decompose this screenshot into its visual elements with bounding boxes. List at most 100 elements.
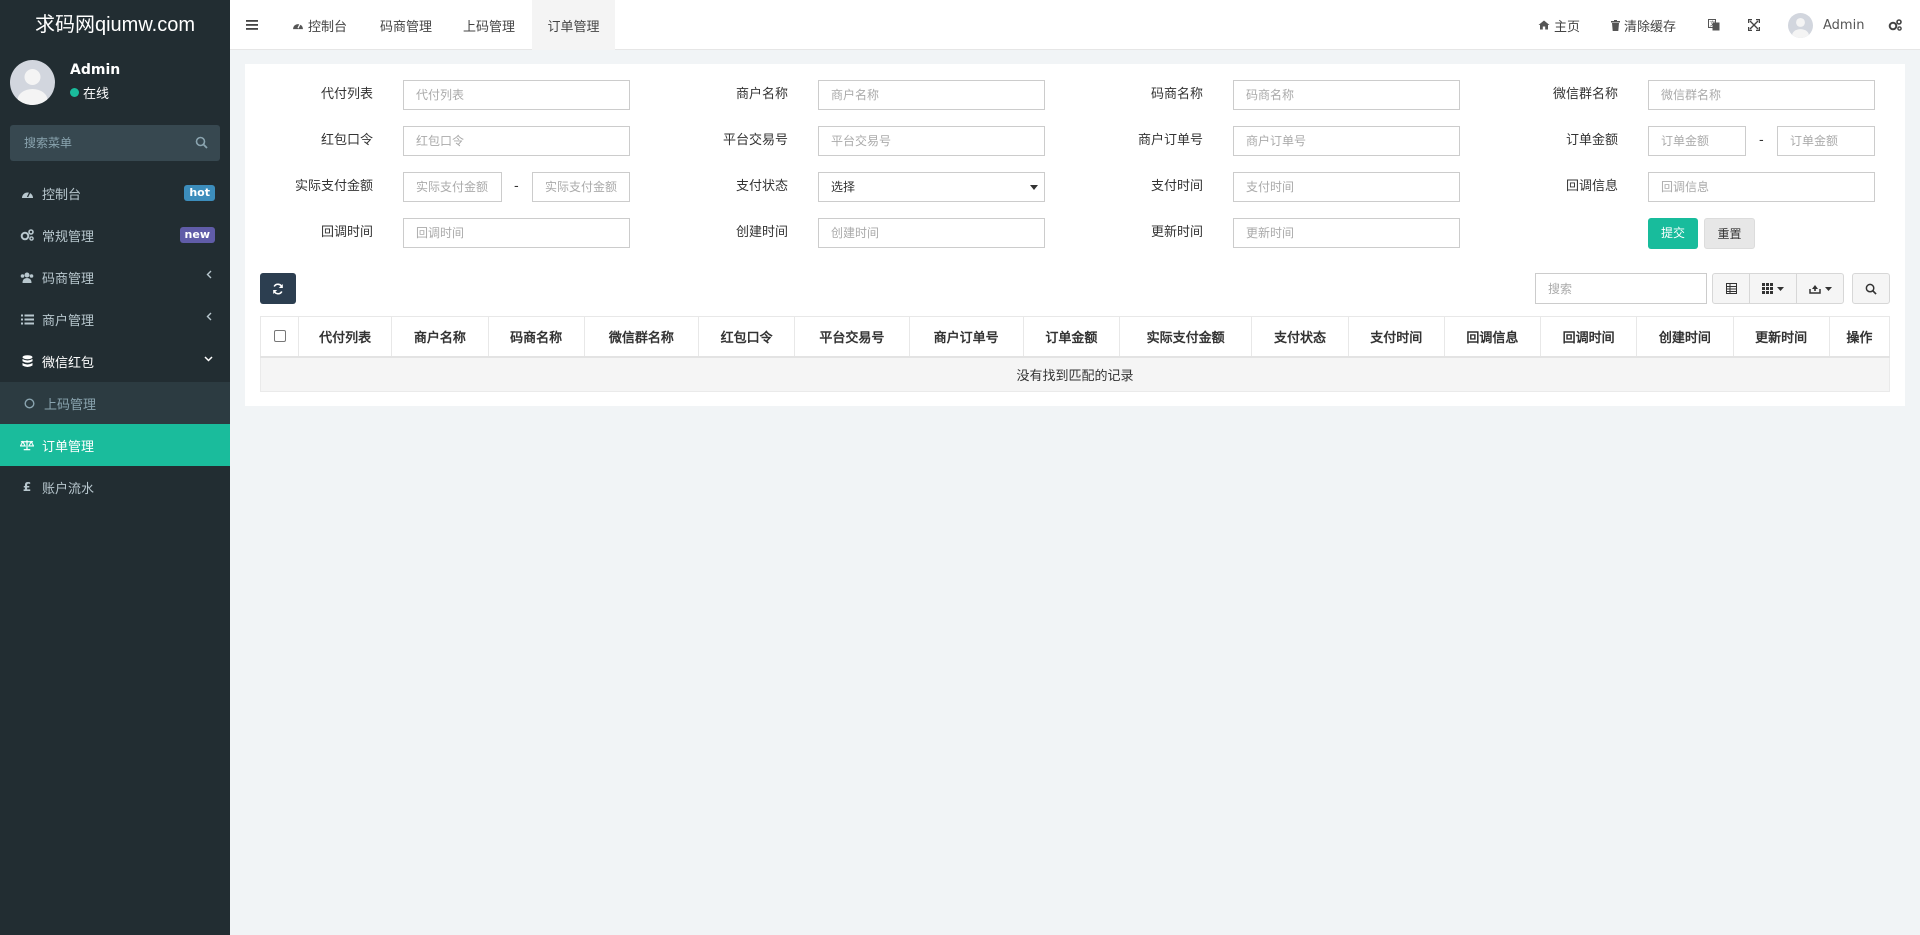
user-status: 在线 xyxy=(70,83,109,102)
tab-merchants-code[interactable]: 码商管理 xyxy=(380,0,432,50)
filter-label-callback-info: 回调信息 xyxy=(1565,179,1618,194)
range-dash: - xyxy=(514,179,519,194)
range-dash: - xyxy=(1759,133,1764,148)
merchant-name-input[interactable] xyxy=(818,80,1045,110)
clear-cache-button[interactable]: 清除缓存 xyxy=(1611,0,1676,50)
sidebar-item-dashboard[interactable]: 控制台 hot xyxy=(0,172,230,214)
sidebar-item-wechat-redpacket[interactable]: 微信红包 xyxy=(0,340,230,382)
avatar xyxy=(1788,12,1813,38)
order-amount-max-input[interactable] xyxy=(1777,126,1875,156)
list-icon xyxy=(20,312,34,326)
column-header[interactable]: 平台交易号 xyxy=(794,316,910,358)
filter-label-wechat-group: 微信群名称 xyxy=(1552,87,1618,102)
sidebar-item-label: 账户流水 xyxy=(42,481,95,497)
reset-button[interactable]: 重置 xyxy=(1704,218,1755,249)
create-time-input[interactable] xyxy=(818,218,1045,248)
redpacket-code-input[interactable] xyxy=(403,126,630,156)
sidebar-item-label: 常规管理 xyxy=(42,229,95,245)
column-header[interactable]: 支付状态 xyxy=(1251,316,1349,358)
tab-upload-code[interactable]: 上码管理 xyxy=(463,0,515,50)
actual-pay-min-input[interactable] xyxy=(403,172,502,202)
tab-orders[interactable]: 订单管理 xyxy=(532,0,615,50)
cogs-icon xyxy=(20,228,34,242)
sidebar-item-upload-code[interactable]: 上码管理 xyxy=(0,382,230,424)
platform-trade-no-input[interactable] xyxy=(818,126,1045,156)
cogs-icon xyxy=(1888,19,1902,31)
column-header[interactable]: 订单金额 xyxy=(1022,316,1121,358)
dashboard-icon xyxy=(20,186,34,200)
column-header[interactable]: 商户名称 xyxy=(391,316,489,358)
payout-list-input[interactable] xyxy=(403,80,630,110)
translate-icon: 文 xyxy=(1708,19,1720,31)
merchant-order-no-input[interactable] xyxy=(1233,126,1460,156)
tab-dashboard[interactable]: 控制台 xyxy=(292,0,347,50)
table-search-input[interactable] xyxy=(1535,273,1707,304)
app-logo[interactable]: 求码网qiumw.com xyxy=(0,0,230,50)
sidebar-item-merchants[interactable]: 商户管理 xyxy=(0,298,230,340)
language-button[interactable]: 文 xyxy=(1708,0,1720,50)
column-header[interactable]: 码商名称 xyxy=(487,316,585,358)
sidebar-item-general[interactable]: 常规管理 new xyxy=(0,214,230,256)
tab-label: 上码管理 xyxy=(463,19,516,35)
column-header[interactable]: 创建时间 xyxy=(1636,316,1734,358)
column-header[interactable]: 支付时间 xyxy=(1347,316,1445,358)
column-header[interactable]: 代付列表 xyxy=(298,316,393,358)
avatar xyxy=(10,60,55,105)
sidebar-item-merchants-code[interactable]: 码商管理 xyxy=(0,256,230,298)
admin-menu[interactable]: Admin xyxy=(1788,0,1864,50)
hamburger-icon xyxy=(246,20,258,30)
select-all-checkbox[interactable] xyxy=(273,330,286,343)
sidebar-search xyxy=(10,125,220,161)
users-icon xyxy=(20,270,34,284)
pay-time-input[interactable] xyxy=(1233,172,1460,202)
column-header[interactable]: 商户订单号 xyxy=(908,316,1024,358)
column-header[interactable]: 红包口令 xyxy=(698,316,796,358)
sidebar-item-label: 订单管理 xyxy=(42,439,95,455)
filter-label-platform-trade-no: 平台交易号 xyxy=(722,133,788,148)
admin-label: Admin xyxy=(1823,17,1865,33)
fullscreen-button[interactable] xyxy=(1748,0,1760,50)
code-merchant-input[interactable] xyxy=(1233,80,1460,110)
order-amount-min-input[interactable] xyxy=(1648,126,1746,156)
columns-dropdown-button[interactable] xyxy=(1749,273,1797,304)
advanced-search-button[interactable] xyxy=(1852,273,1890,304)
actual-pay-max-input[interactable] xyxy=(532,172,630,202)
new-badge: new xyxy=(179,227,215,243)
settings-button[interactable] xyxy=(1888,0,1902,50)
wechat-group-input[interactable] xyxy=(1648,80,1875,110)
gbp-icon: £ xyxy=(22,480,32,494)
sidebar-toggle-button[interactable] xyxy=(246,0,258,50)
export-icon xyxy=(1808,283,1821,294)
submit-button[interactable]: 提交 xyxy=(1648,218,1698,249)
toggle-view-button[interactable] xyxy=(1712,273,1750,304)
trash-icon xyxy=(1611,19,1620,31)
update-time-input[interactable] xyxy=(1233,218,1460,248)
empty-message: 没有找到匹配的记录 xyxy=(260,356,1890,392)
callback-info-input[interactable] xyxy=(1648,172,1875,202)
orders-table: 代付列表 商户名称 码商名称 微信群名称 红包口令 平台交易号 商户订单号 订单… xyxy=(259,316,1891,392)
table-row-empty: 没有找到匹配的记录 xyxy=(260,356,1890,392)
column-header[interactable]: 微信群名称 xyxy=(583,316,700,358)
search-icon[interactable] xyxy=(195,136,208,149)
refresh-icon xyxy=(272,283,284,295)
sidebar-item-account-flow[interactable]: £ 账户流水 xyxy=(0,466,230,508)
home-link[interactable]: 主页 xyxy=(1538,0,1580,50)
sidebar-search-input[interactable] xyxy=(10,125,190,161)
callback-time-input[interactable] xyxy=(403,218,630,248)
column-header[interactable]: 操作 xyxy=(1828,316,1891,358)
column-header[interactable]: 实际支付金额 xyxy=(1119,316,1253,358)
pay-status-select[interactable]: 选择 xyxy=(818,172,1045,202)
topbar: 控制台 码商管理 上码管理 订单管理 主页 清除缓存 文 Admin xyxy=(230,0,1920,50)
tab-label: 订单管理 xyxy=(547,19,600,35)
refresh-button[interactable] xyxy=(260,273,296,304)
dashboard-icon xyxy=(292,20,304,30)
column-header[interactable]: 更新时间 xyxy=(1732,316,1830,358)
filter-label-order-amount: 订单金额 xyxy=(1565,133,1618,148)
column-header[interactable]: 回调信息 xyxy=(1443,316,1542,358)
grid-icon xyxy=(1762,283,1773,294)
sidebar-item-orders[interactable]: 订单管理 xyxy=(0,424,230,466)
export-dropdown-button[interactable] xyxy=(1796,273,1844,304)
sidebar-menu: 控制台 hot 常规管理 new 码商管理 商户管理 微信红包 上码管理 订单管… xyxy=(0,172,230,508)
chevron-left-icon xyxy=(206,270,212,279)
column-header[interactable]: 回调时间 xyxy=(1540,316,1638,358)
